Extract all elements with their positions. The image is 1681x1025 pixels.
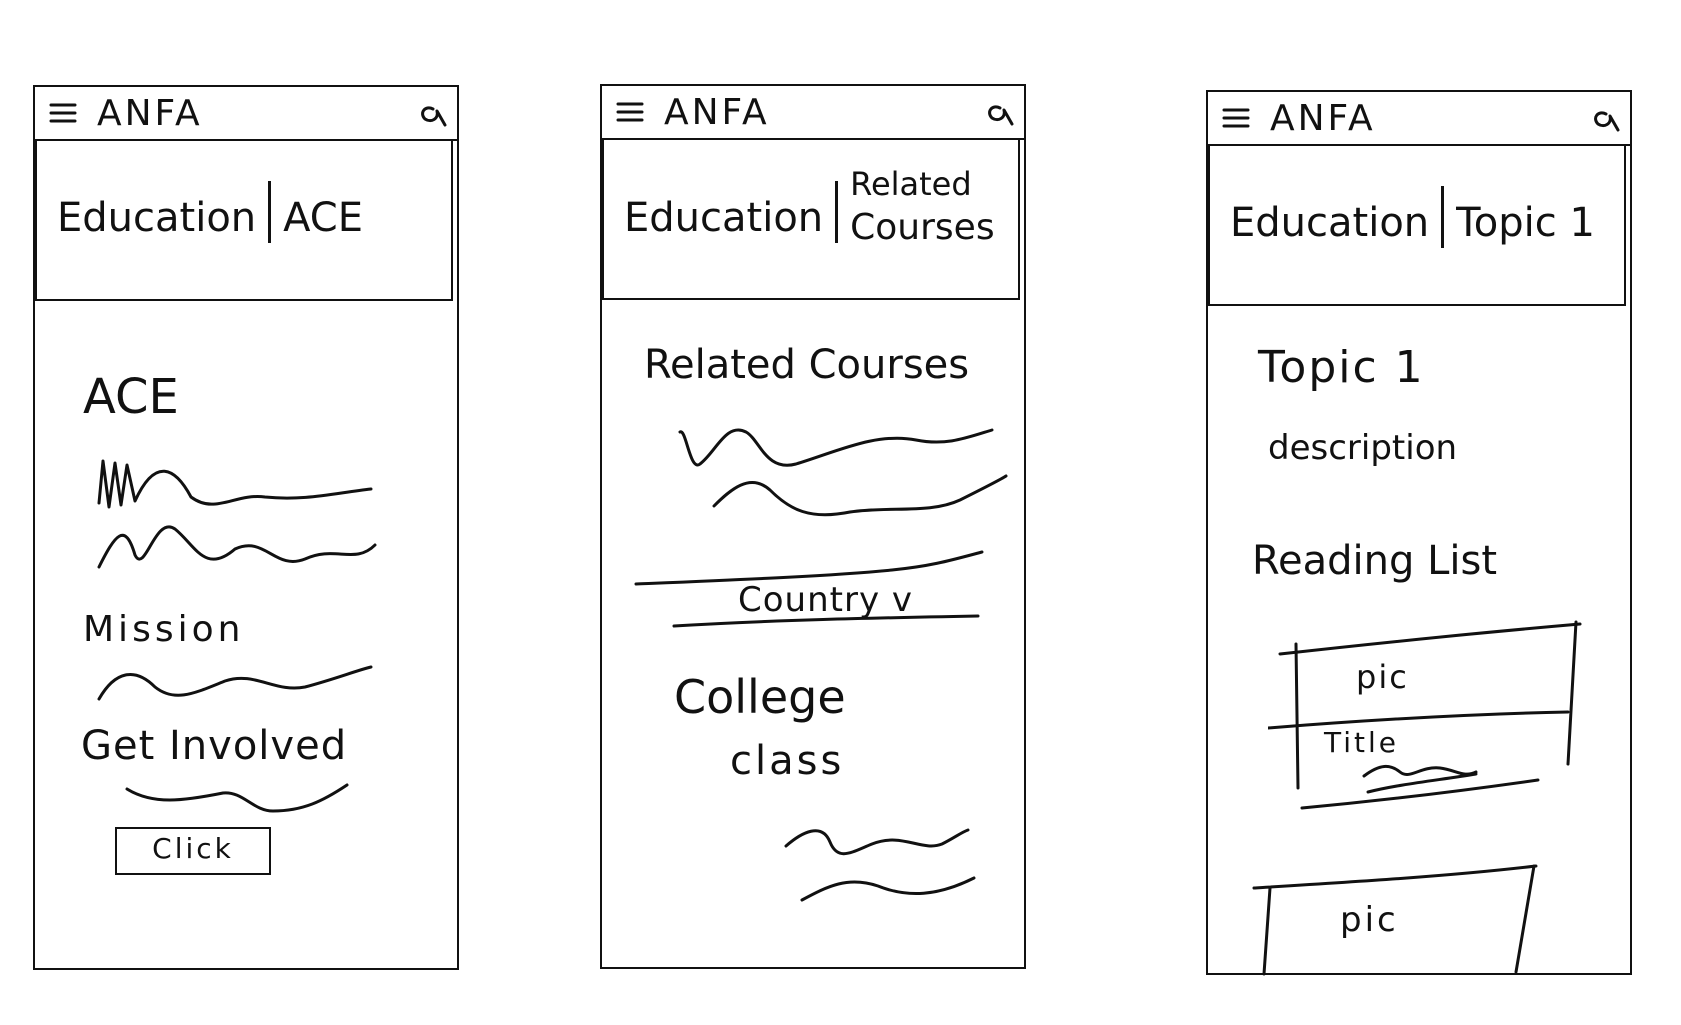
breadcrumb-current: Topic 1: [1456, 200, 1595, 246]
top-bar: ANFA: [602, 86, 1024, 140]
breadcrumb-divider: [835, 181, 839, 243]
breadcrumb-section[interactable]: Education: [1230, 200, 1429, 246]
text-placeholder-line: [97, 459, 373, 509]
breadcrumb-current: ACE: [283, 195, 364, 241]
page-header: Education ACE: [35, 141, 453, 301]
click-button[interactable]: Click: [115, 827, 271, 875]
brand-logo[interactable]: ANFA: [1270, 98, 1376, 139]
text-placeholder-line: [784, 828, 970, 856]
page-header: Education Topic 1: [1208, 146, 1626, 306]
reading-list-card[interactable]: pic Title: [1268, 620, 1582, 816]
brand-logo[interactable]: ANFA: [664, 92, 770, 133]
text-placeholder-line: [712, 474, 1008, 517]
breadcrumb: Education Related Courses: [624, 165, 995, 264]
class-heading: class: [730, 738, 845, 784]
page-title: ACE: [83, 369, 179, 425]
search-icon[interactable]: [1588, 104, 1622, 134]
text-placeholder-line: [800, 876, 976, 902]
breadcrumb-section[interactable]: Education: [624, 195, 823, 241]
screen-topic-1: ANFA Education Topic 1 Topic 1 descriptio…: [1206, 90, 1632, 976]
reading-item-pic: pic: [1340, 900, 1399, 940]
breadcrumb: Education Topic 1: [1230, 186, 1595, 256]
page-title: Topic 1: [1258, 342, 1425, 393]
brand-logo[interactable]: ANFA: [97, 93, 203, 134]
topic-description: description: [1268, 428, 1458, 468]
country-dropdown[interactable]: Country v: [738, 580, 913, 620]
top-bar: ANFA: [1208, 92, 1630, 146]
hamburger-menu-icon[interactable]: [1222, 106, 1250, 130]
card-outline: [1252, 864, 1538, 976]
screen-ace: ANFA Education ACE ACE Mission Get Involv…: [33, 85, 459, 970]
top-bar: ANFA: [35, 87, 457, 141]
text-placeholder-line: [97, 665, 373, 701]
breadcrumb-divider: [268, 181, 272, 243]
search-icon[interactable]: [982, 98, 1016, 128]
mission-heading: Mission: [83, 609, 245, 650]
breadcrumb-section[interactable]: Education: [57, 195, 256, 241]
reading-list-card[interactable]: pic: [1252, 852, 1552, 976]
hamburger-menu-icon[interactable]: [616, 100, 644, 124]
page-title: Related Courses: [644, 342, 970, 388]
text-placeholder-line: [1362, 765, 1478, 794]
hamburger-menu-icon[interactable]: [49, 101, 77, 125]
college-heading: College: [674, 670, 846, 724]
text-placeholder-line: [125, 783, 349, 813]
breadcrumb-current-line2: Courses: [850, 207, 995, 248]
breadcrumb-current: Related Courses: [850, 162, 994, 250]
screen-related-courses: ANFA Education Related Courses Related Cou…: [600, 84, 1026, 969]
get-involved-heading: Get Involved: [81, 723, 348, 769]
search-icon[interactable]: [415, 99, 449, 129]
reading-item-pic: pic: [1356, 658, 1409, 696]
text-placeholder-line: [97, 525, 377, 569]
breadcrumb: Education ACE: [57, 181, 364, 251]
breadcrumb-current-line1: Related: [850, 165, 972, 203]
reading-list-heading: Reading List: [1252, 538, 1497, 584]
breadcrumb-divider: [1441, 186, 1445, 248]
page-header: Education Related Courses: [602, 140, 1020, 300]
reading-item-title: Title: [1324, 726, 1400, 759]
